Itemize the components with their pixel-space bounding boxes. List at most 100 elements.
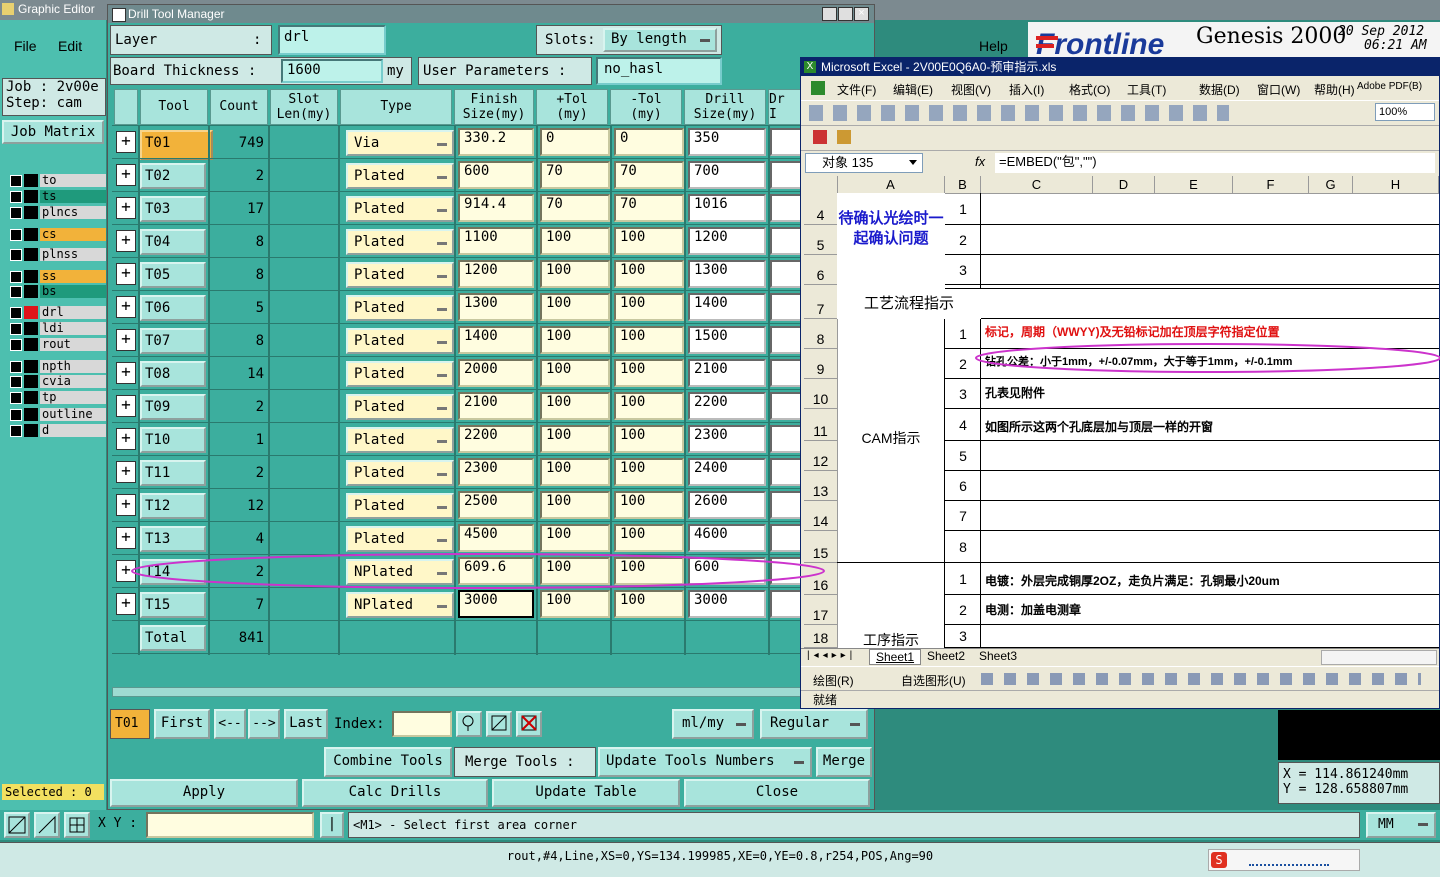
expand-icon[interactable]: + xyxy=(116,461,136,483)
cell-c9[interactable]: 钻孔公差：小于1mm，+/-0.07mm，大于等于1mm，+/-0.1mm xyxy=(985,353,1292,369)
measure-tool-icon[interactable] xyxy=(34,812,60,838)
finish-size-input[interactable]: 4500 xyxy=(458,524,534,552)
cell-b5[interactable]: 2 xyxy=(945,225,981,255)
finish-size-input[interactable]: 609.6 xyxy=(458,557,534,585)
excel-menu-item[interactable]: 视图(V) xyxy=(951,81,991,98)
minus-tol-input[interactable]: 0 xyxy=(614,128,684,156)
row-header[interactable]: 5 xyxy=(804,225,837,255)
drill-size-input[interactable]: 700 xyxy=(688,161,766,189)
excel-menu-item[interactable]: 窗口(W) xyxy=(1257,81,1300,98)
dr-input[interactable] xyxy=(770,425,802,453)
minus-tol-input[interactable]: 70 xyxy=(614,194,684,222)
next-button[interactable]: --> xyxy=(248,709,280,739)
type-select[interactable]: Plated xyxy=(346,328,454,354)
spreadsheet-grid[interactable]: ABCDEFGH 4 5 6 7 8 9 10 11 12 13 14 15 16 17 18 待确认光绘时… xyxy=(801,176,1439,648)
plus-tol-input[interactable]: 100 xyxy=(540,359,610,387)
last-button[interactable]: Last xyxy=(284,709,328,739)
cell-a4[interactable]: 待确认光绘时一起确认问题 xyxy=(837,193,945,289)
cell-c10[interactable]: 孔表见附件 xyxy=(985,384,1045,401)
expand-icon[interactable]: + xyxy=(116,428,136,450)
menu-help[interactable]: Help xyxy=(979,38,1008,54)
finish-size-input[interactable]: 330.2 xyxy=(458,128,534,156)
layer-item[interactable]: ldi xyxy=(8,322,106,336)
tool-name[interactable]: T05 xyxy=(140,262,206,288)
tool-name[interactable]: T15 xyxy=(140,592,206,618)
cell-a18[interactable]: 工序指示 xyxy=(837,632,945,648)
expand-icon[interactable]: + xyxy=(116,329,136,351)
plus-tol-input[interactable]: 100 xyxy=(540,425,610,453)
clear-filter-icon[interactable] xyxy=(516,711,542,737)
cell-b4[interactable]: 1 xyxy=(945,193,981,225)
dr-input[interactable] xyxy=(770,161,802,189)
tool-name[interactable]: T14 xyxy=(140,559,206,585)
row-header[interactable]: 8 xyxy=(804,319,837,349)
update-tools-numbers-select[interactable]: Update Tools Numbers xyxy=(598,747,812,777)
drill-size-input[interactable]: 1400 xyxy=(688,293,766,321)
slots-select[interactable]: By length xyxy=(603,28,717,52)
expand-icon[interactable]: + xyxy=(116,131,136,153)
dr-input[interactable] xyxy=(770,227,802,255)
expand-icon[interactable]: + xyxy=(116,395,136,417)
expand-icon[interactable]: + xyxy=(116,263,136,285)
dr-input[interactable] xyxy=(770,524,802,552)
excel-menu-item[interactable]: 帮助(H) xyxy=(1314,81,1355,98)
row-header[interactable]: 13 xyxy=(804,471,837,501)
expand-icon[interactable]: + xyxy=(116,494,136,516)
finish-size-input[interactable]: 1300 xyxy=(458,293,534,321)
xy-input[interactable] xyxy=(146,812,314,838)
filter-icon[interactable] xyxy=(486,711,512,737)
row-header[interactable]: 17 xyxy=(804,595,837,625)
sheet-tab-2[interactable]: Sheet2 xyxy=(923,649,969,663)
cell-a11[interactable]: CAM指示 xyxy=(837,426,945,450)
layer-item[interactable]: to xyxy=(8,174,106,188)
minus-tol-input[interactable]: 100 xyxy=(614,524,684,552)
cell-c16[interactable]: 电镀：外层完成铜厚2OZ，走负片满足：孔铜最小20um xyxy=(985,572,1280,589)
pdf-icon[interactable] xyxy=(813,130,827,144)
calc-drills-button[interactable]: Calc Drills xyxy=(302,779,488,807)
dr-input[interactable] xyxy=(770,359,802,387)
cell-c17[interactable]: 电测：加盖电测章 xyxy=(985,601,1081,618)
expand-icon[interactable]: + xyxy=(116,527,136,549)
plus-tol-input[interactable]: 100 xyxy=(540,392,610,420)
layer-checkbox[interactable] xyxy=(10,175,22,187)
layer-item[interactable]: cvia xyxy=(8,375,106,389)
cell-a7[interactable]: 工艺流程指示 xyxy=(837,289,981,319)
minimize-icon[interactable] xyxy=(822,7,837,21)
cell-b12[interactable]: 5 xyxy=(945,441,981,471)
tool-name[interactable]: T09 xyxy=(140,394,206,420)
tool-name[interactable]: T08 xyxy=(140,361,206,387)
tool-name[interactable]: T12 xyxy=(140,493,206,519)
type-select[interactable]: Plated xyxy=(346,196,454,222)
cell-b13[interactable]: 6 xyxy=(945,471,981,501)
dr-input[interactable] xyxy=(770,293,802,321)
layer-item[interactable]: npth xyxy=(8,360,106,374)
type-select[interactable]: Plated xyxy=(346,361,454,387)
layer-item[interactable]: tp xyxy=(8,391,106,405)
unit-select[interactable]: ml/my xyxy=(672,709,754,739)
tool-name[interactable]: T13 xyxy=(140,526,206,552)
column-header[interactable]: D xyxy=(1093,176,1155,193)
h-scrollbar[interactable] xyxy=(1321,650,1437,665)
cell-b16[interactable]: 1 xyxy=(945,563,981,595)
zoom-select[interactable]: 100% xyxy=(1375,103,1435,121)
drill-size-input[interactable]: 2100 xyxy=(688,359,766,387)
finish-size-input[interactable]: 1200 xyxy=(458,260,534,288)
plus-tol-input[interactable]: 100 xyxy=(540,458,610,486)
minus-tol-input[interactable]: 100 xyxy=(614,458,684,486)
finish-size-input[interactable]: 914.4 xyxy=(458,194,534,222)
row-header[interactable]: 4 xyxy=(804,193,837,225)
drill-size-input[interactable]: 2200 xyxy=(688,392,766,420)
index-input[interactable] xyxy=(392,711,452,737)
minus-tol-input[interactable]: 100 xyxy=(614,227,684,255)
cell-b18[interactable]: 3 xyxy=(945,625,981,648)
drill-size-input[interactable]: 3000 xyxy=(688,590,766,618)
plus-tol-input[interactable]: 100 xyxy=(540,491,610,519)
type-select[interactable]: Plated xyxy=(346,460,454,486)
cell-b8[interactable]: 1 xyxy=(945,319,981,349)
tool-name[interactable]: T04 xyxy=(140,229,206,255)
layer-checkbox[interactable] xyxy=(10,191,22,203)
tool-name[interactable]: T02 xyxy=(140,163,206,189)
column-header[interactable]: F xyxy=(1233,176,1309,193)
minus-tol-input[interactable]: 100 xyxy=(614,392,684,420)
menu-edit[interactable]: Edit xyxy=(58,38,82,54)
